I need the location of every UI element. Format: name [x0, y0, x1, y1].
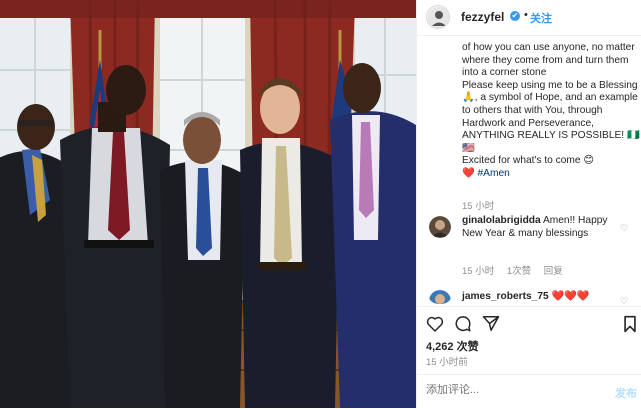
comment-bubble-icon[interactable]: [454, 315, 472, 338]
comment-item: ginalolabrigidda Amen!! Happy New Year &…: [462, 215, 612, 240]
post-comment-button[interactable]: 发布: [615, 385, 637, 401]
bookmark-icon[interactable]: [623, 315, 637, 338]
comment-avatar-image: [429, 216, 451, 238]
post-caption: of how you can use anyone, no matter whe…: [462, 42, 640, 181]
caption-text: of how you can use anyone, no matter whe…: [462, 42, 640, 179]
comment-avatar[interactable]: [429, 290, 451, 304]
comment-text: ❤️❤️❤️: [548, 291, 590, 302]
header-separator: •: [524, 9, 528, 21]
comment-avatar-image: [429, 290, 451, 304]
post-photo-image: [0, 0, 416, 408]
comment-username[interactable]: ginalolabrigidda: [462, 215, 541, 226]
comment-username[interactable]: james_roberts_75: [462, 291, 549, 302]
caption-hashtag-link[interactable]: #Amen: [478, 168, 510, 179]
post-photo[interactable]: [0, 0, 416, 408]
paper-plane-icon[interactable]: [482, 315, 500, 337]
avatar-image: [428, 7, 449, 28]
comment-timestamp[interactable]: 15 小时: [462, 266, 494, 277]
comment-like-icon[interactable]: ♡: [620, 223, 628, 234]
heart-outline-icon[interactable]: [426, 315, 444, 337]
post-timestamp[interactable]: 15 小时前: [426, 354, 468, 368]
post-username[interactable]: fezzyfel: [461, 10, 504, 24]
comment-avatar[interactable]: [429, 216, 451, 238]
post-header: fezzyfel ✔ • 关注: [417, 0, 641, 36]
follow-button[interactable]: 关注: [530, 10, 552, 26]
add-comment-input[interactable]: [426, 384, 586, 396]
post-side-panel: fezzyfel ✔ • 关注 of how you can use anyon…: [416, 0, 641, 408]
caption-timestamp[interactable]: 15 小时: [462, 198, 494, 212]
likes-count[interactable]: 4,262 次赞: [426, 338, 479, 354]
verified-badge-icon: ✔: [510, 11, 520, 21]
comment-likes[interactable]: 1次赞: [507, 266, 531, 277]
comment-meta: 15 小时 1次赞 回复: [462, 263, 573, 277]
post-action-bar: [417, 306, 641, 337]
instagram-post-view: fezzyfel ✔ • 关注 of how you can use anyon…: [0, 0, 641, 408]
comment-reply-button[interactable]: 回复: [544, 266, 563, 277]
comment-item: james_roberts_75 ❤️❤️❤️: [462, 291, 612, 304]
user-avatar[interactable]: [426, 5, 450, 29]
add-comment-box: 发布: [417, 374, 641, 409]
